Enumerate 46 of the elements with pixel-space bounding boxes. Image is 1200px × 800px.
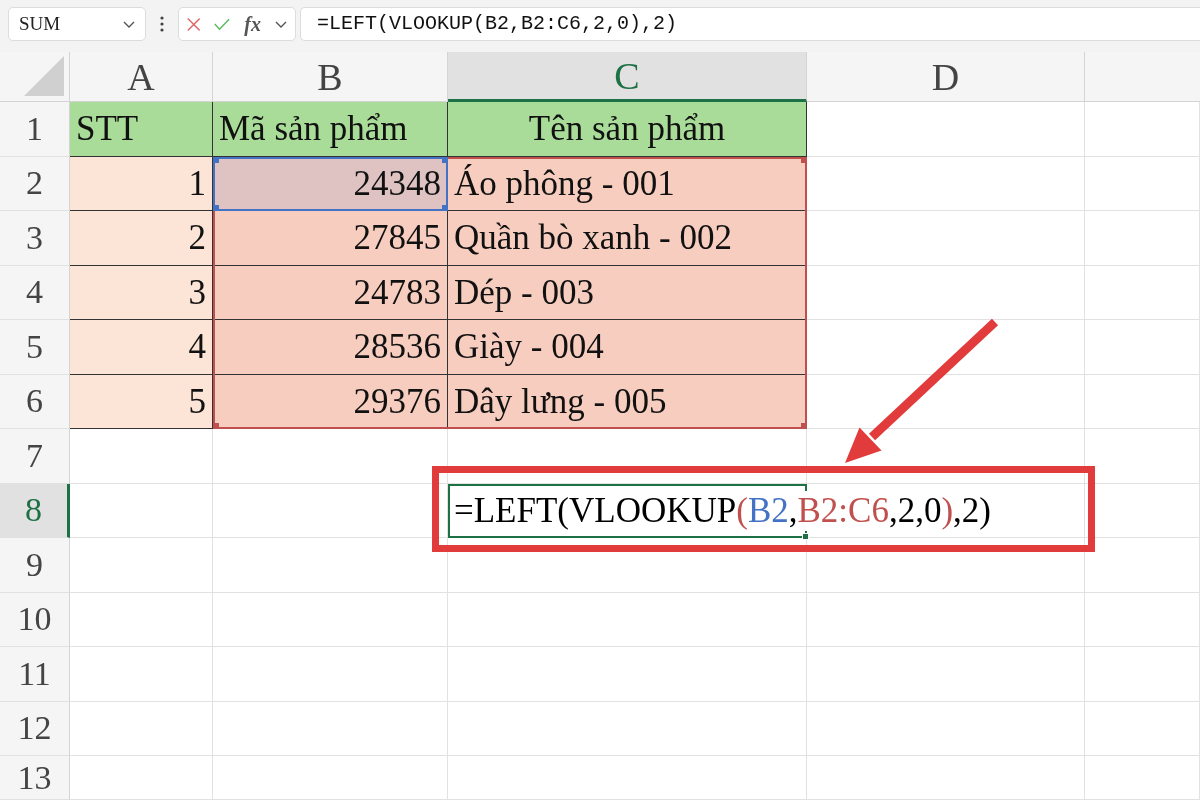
fill-handle-icon[interactable] (802, 533, 809, 540)
column-header[interactable]: B (213, 52, 448, 102)
name-box-text: SUM (19, 11, 61, 36)
chevron-down-icon[interactable] (123, 20, 135, 28)
table-cell: 5 (70, 374, 213, 429)
table-cell: 28536 (213, 320, 448, 375)
column-header[interactable]: D (807, 52, 1085, 102)
row-header[interactable]: 12 (0, 701, 70, 756)
table-cell: 24783 (213, 265, 448, 320)
row-header[interactable]: 3 (0, 211, 70, 266)
table-cell: Áo phông - 001 (448, 156, 807, 211)
column-header[interactable]: A (70, 52, 213, 102)
table-cell: Dép - 003 (448, 265, 807, 320)
table-cell: 4 (70, 320, 213, 375)
row-header[interactable]: 10 (0, 592, 70, 647)
table-cell: 1 (70, 156, 213, 211)
column-header[interactable] (1085, 52, 1200, 102)
table-cell: 2 (70, 211, 213, 266)
table-cell: 3 (70, 265, 213, 320)
table-cell: Dây lưng - 005 (448, 374, 807, 429)
table-cell: Tên sản phẩm (448, 102, 807, 157)
close-icon[interactable] (187, 15, 201, 33)
check-icon[interactable] (214, 16, 231, 32)
chevron-down-icon[interactable] (275, 20, 287, 28)
row-header[interactable]: 1 (0, 102, 70, 157)
row-header[interactable]: 6 (0, 374, 70, 429)
select-all-icon[interactable] (24, 56, 64, 96)
row-header[interactable]: 4 (0, 265, 70, 320)
row-header[interactable]: 11 (0, 647, 70, 702)
column-header[interactable]: C (448, 52, 807, 102)
row-header[interactable]: 7 (0, 429, 70, 484)
table-cell: Giày - 004 (448, 320, 807, 375)
table-cell: Mã sản phẩm (213, 102, 448, 157)
row-header[interactable]: 8 (0, 483, 70, 538)
insert-function-button[interactable]: fx (244, 14, 261, 34)
more-options-icon[interactable] (160, 16, 164, 32)
table-cell: 29376 (213, 374, 448, 429)
table-cell: Quần bò xanh - 002 (448, 211, 807, 266)
row-header[interactable]: 9 (0, 538, 70, 593)
row-header[interactable]: 13 (0, 756, 70, 800)
row-header[interactable]: 5 (0, 320, 70, 375)
formula-input[interactable]: =LEFT(VLOOKUP(B2,B2:C6,2,0),2) (300, 7, 1200, 41)
name-box[interactable]: SUM (8, 7, 146, 41)
table-cell: 27845 (213, 211, 448, 266)
table-cell: STT (70, 102, 213, 157)
row-header[interactable]: 2 (0, 156, 70, 211)
